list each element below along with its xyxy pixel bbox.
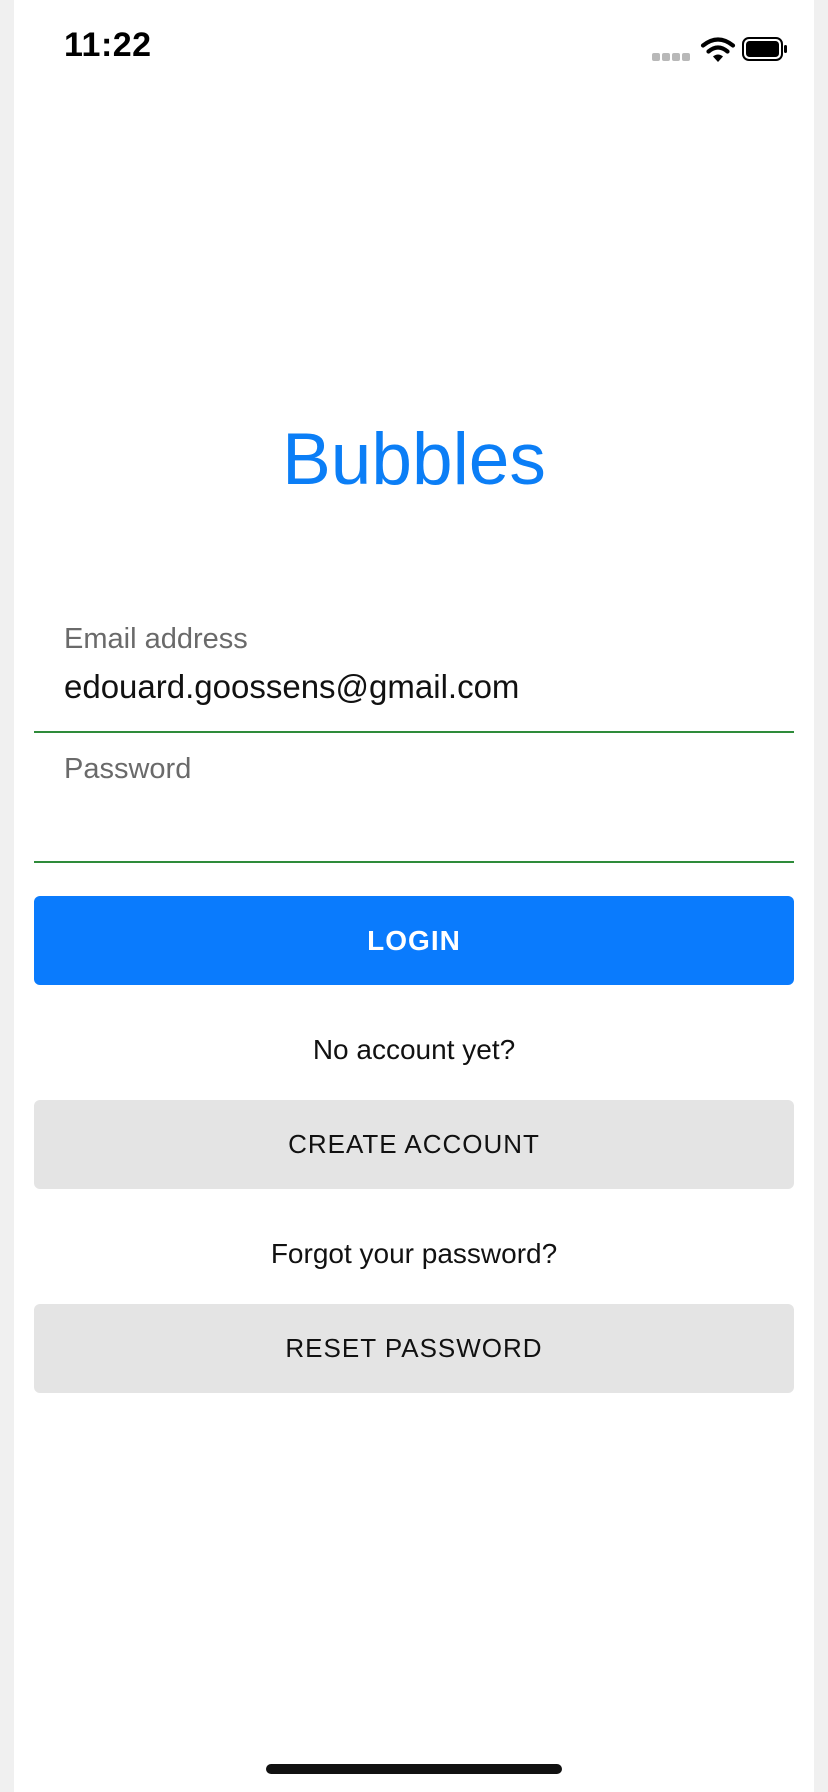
login-button[interactable]: LOGIN [34,896,794,985]
wifi-icon [700,37,736,62]
no-account-text: No account yet? [312,1034,516,1065]
battery-icon [742,37,787,61]
cellular-signal-icon [652,53,690,61]
password-field[interactable]: Password [34,750,794,864]
email-label: Email address [64,623,248,655]
password-underline [34,861,794,863]
create-account-button[interactable]: CREATE ACCOUNT [34,1100,794,1189]
email-underline [34,731,794,733]
app-title: Bubbles [282,419,546,500]
reset-password-button[interactable]: RESET PASSWORD [34,1304,794,1393]
email-input[interactable]: edouard.goossens@gmail.com [64,668,519,706]
password-label: Password [64,753,192,785]
status-time: 11:22 [64,26,152,64]
home-indicator[interactable] [266,1764,562,1774]
login-screen: 11:22 Bubbles Email address edouard.goos… [14,0,814,1792]
forgot-password-text: Forgot your password? [270,1238,558,1269]
email-field[interactable]: Email address edouard.goossens@gmail.com [34,620,794,734]
